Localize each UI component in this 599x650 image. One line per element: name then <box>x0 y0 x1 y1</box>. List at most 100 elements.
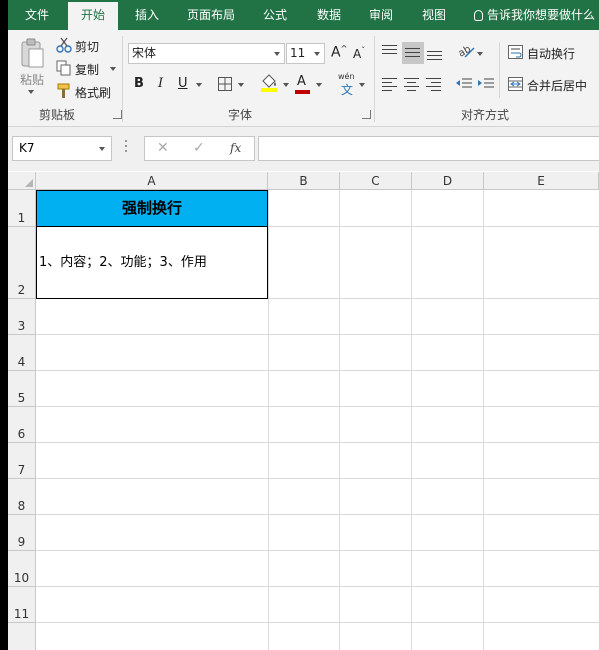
top-align-icon[interactable] <box>382 45 397 57</box>
row-header-4[interactable]: 4 <box>8 335 36 371</box>
row-header-11[interactable]: 11 <box>8 587 36 623</box>
cancel-icon[interactable]: ✕ <box>157 137 169 160</box>
paste-dropdown-icon[interactable] <box>28 90 34 94</box>
italic-button[interactable]: I <box>158 76 163 91</box>
borders-dropdown-icon[interactable] <box>238 83 244 87</box>
tab-page-layout[interactable]: 页面布局 <box>176 0 246 30</box>
fill-color-dropdown-icon[interactable] <box>283 83 289 87</box>
middle-align-icon <box>405 48 420 60</box>
tab-view[interactable]: 视图 <box>409 0 459 30</box>
font-launcher-icon[interactable] <box>362 110 371 119</box>
row-header-12[interactable]: 12 <box>8 623 36 650</box>
column-header-a[interactable]: A <box>36 172 268 190</box>
clipboard-group-label: 剪贴板 <box>39 108 76 122</box>
scissors-icon[interactable] <box>56 37 72 57</box>
merge-center-icon[interactable] <box>508 76 523 95</box>
orientation-dropdown-icon[interactable] <box>477 52 483 56</box>
cell-a2[interactable]: 1、内容；2、功能；3、作用 <box>36 226 268 299</box>
font-size-value: 11 <box>290 46 306 60</box>
select-all-button[interactable] <box>8 172 36 190</box>
row-header-6[interactable]: 6 <box>8 407 36 443</box>
formula-input[interactable] <box>258 136 599 161</box>
row-number: 7 <box>17 463 26 477</box>
ribbon-tab-strip: 文件 开始 插入 页面布局 公式 数据 审阅 视图 告诉我你想要做什么 <box>8 0 599 30</box>
column-header-e[interactable]: E <box>484 172 599 190</box>
cell-a1[interactable]: 强制换行 <box>36 190 268 227</box>
tab-review[interactable]: 审阅 <box>356 0 406 30</box>
phonetic-guide-icon[interactable]: 文 <box>341 81 353 98</box>
copy-dropdown-icon[interactable] <box>110 67 116 71</box>
paste-icon[interactable] <box>20 38 46 74</box>
underline-button[interactable]: U <box>178 76 188 91</box>
borders-icon[interactable] <box>218 76 232 95</box>
merge-center-button[interactable]: 合并后居中 <box>527 77 587 94</box>
formula-buttons: ✕ ✓ fx <box>144 136 255 161</box>
tab-formulas[interactable]: 公式 <box>250 0 300 30</box>
wrap-text-button[interactable]: 自动换行 <box>527 45 575 62</box>
phonetic-guide-top[interactable]: wén <box>338 72 355 81</box>
row-header-9[interactable]: 9 <box>8 515 36 551</box>
font-color-swatch <box>295 90 310 94</box>
column-header-c[interactable]: C <box>340 172 412 190</box>
paste-label[interactable]: 粘贴 <box>20 71 44 88</box>
shrink-font-button[interactable]: Aˇ <box>353 46 365 61</box>
increase-indent-icon[interactable] <box>478 76 494 95</box>
row-number: 6 <box>17 427 26 441</box>
format-painter-icon[interactable] <box>56 83 72 103</box>
fill-color-icon[interactable] <box>260 73 278 96</box>
group-divider <box>122 36 123 122</box>
grow-font-letter: A <box>331 44 341 61</box>
tab-file[interactable]: 文件 <box>11 0 63 30</box>
group-divider <box>499 42 500 98</box>
copy-icon[interactable] <box>56 60 72 80</box>
align-right-icon[interactable] <box>426 78 441 94</box>
row-number: 4 <box>17 355 26 369</box>
tell-me-text: 告诉我你想要做什么 <box>487 8 596 22</box>
decrease-indent-icon[interactable] <box>456 76 472 95</box>
bold-button[interactable]: B <box>134 76 144 91</box>
gridline <box>36 478 599 479</box>
row-header-8[interactable]: 8 <box>8 479 36 515</box>
font-name-select[interactable]: 宋体 <box>128 43 285 64</box>
row-header-2[interactable]: 2 <box>8 227 36 299</box>
row-header-7[interactable]: 7 <box>8 443 36 479</box>
row-header-5[interactable]: 5 <box>8 371 36 407</box>
shrink-font-letter: A <box>353 47 362 61</box>
formula-bar-grip-icon[interactable] <box>125 140 127 154</box>
grow-font-button[interactable]: A^ <box>331 44 347 61</box>
gridline <box>483 190 484 650</box>
column-header-b[interactable]: B <box>268 172 340 190</box>
worksheet-grid[interactable]: A B C D E 1 2 3 4 5 6 7 8 9 10 11 12 强制换… <box>8 172 599 650</box>
tab-home[interactable]: 开始 <box>68 2 118 30</box>
gridline <box>411 190 412 650</box>
font-color-dropdown-icon[interactable] <box>316 83 322 87</box>
row-header-10[interactable]: 10 <box>8 551 36 587</box>
formula-bar: K7 ✕ ✓ fx <box>8 127 599 171</box>
format-painter-button[interactable]: 格式刷 <box>75 84 111 101</box>
tab-data[interactable]: 数据 <box>304 0 354 30</box>
row-header-3[interactable]: 3 <box>8 299 36 335</box>
row-header-1[interactable]: 1 <box>8 190 36 227</box>
caret-down-icon: ˇ <box>361 46 366 55</box>
excel-window: 文件 开始 插入 页面布局 公式 数据 审阅 视图 告诉我你想要做什么 粘贴 剪… <box>8 0 599 650</box>
insert-function-icon[interactable]: fx <box>230 137 241 160</box>
phonetic-dropdown-icon[interactable] <box>359 83 365 87</box>
cut-button[interactable]: 剪切 <box>75 38 99 55</box>
row-number: 9 <box>17 535 26 549</box>
align-center-icon[interactable] <box>404 78 419 94</box>
tab-insert[interactable]: 插入 <box>121 0 173 30</box>
copy-button[interactable]: 复制 <box>75 61 99 78</box>
name-box[interactable]: K7 <box>12 136 112 161</box>
align-left-icon[interactable] <box>382 78 397 94</box>
font-size-select[interactable]: 11 <box>286 43 325 64</box>
gridline <box>36 370 599 371</box>
tell-me-box[interactable]: 告诉我你想要做什么 <box>474 0 595 30</box>
column-header-d[interactable]: D <box>412 172 484 190</box>
bottom-align-icon[interactable] <box>427 51 442 63</box>
wrap-text-icon[interactable] <box>508 44 523 63</box>
orientation-icon[interactable]: ab <box>457 43 475 63</box>
enter-icon[interactable]: ✓ <box>193 137 205 160</box>
clipboard-launcher-icon[interactable] <box>113 110 122 119</box>
font-color-button[interactable]: A <box>297 74 306 89</box>
underline-dropdown-icon[interactable] <box>196 83 202 87</box>
